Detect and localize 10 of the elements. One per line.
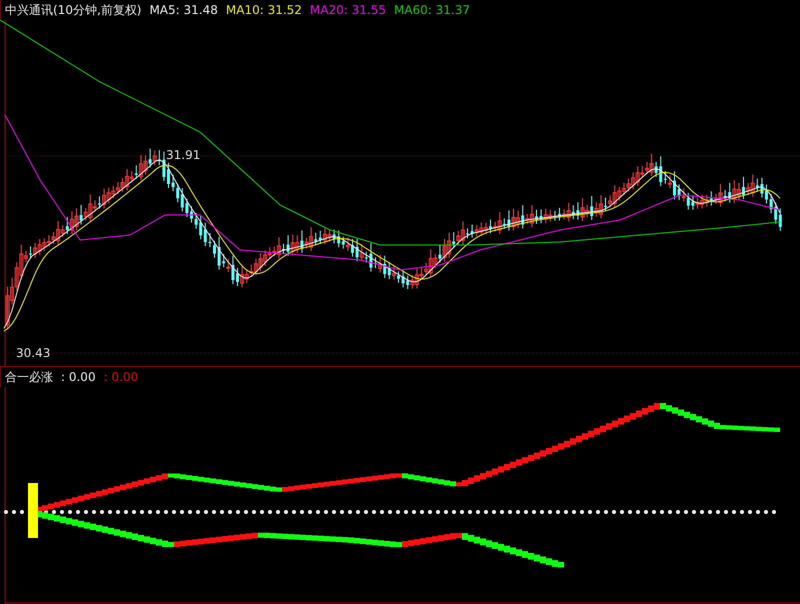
low-price-label: 30.43	[16, 346, 50, 360]
chart-title: 中兴通讯(10分钟,前复权)	[5, 2, 142, 18]
ma-value: MA5: 31.48	[149, 3, 218, 17]
ma-value: MA60: 31.37	[394, 3, 470, 17]
high-price-label: 31.91	[166, 148, 200, 162]
indicator-name: 合一必涨	[5, 368, 53, 386]
ma-value: MA10: 31.52	[226, 3, 302, 17]
indicator-value: : 0.00	[104, 370, 138, 384]
ma-value: MA20: 31.55	[310, 3, 386, 17]
indicator-value: : 0.00	[61, 370, 96, 384]
